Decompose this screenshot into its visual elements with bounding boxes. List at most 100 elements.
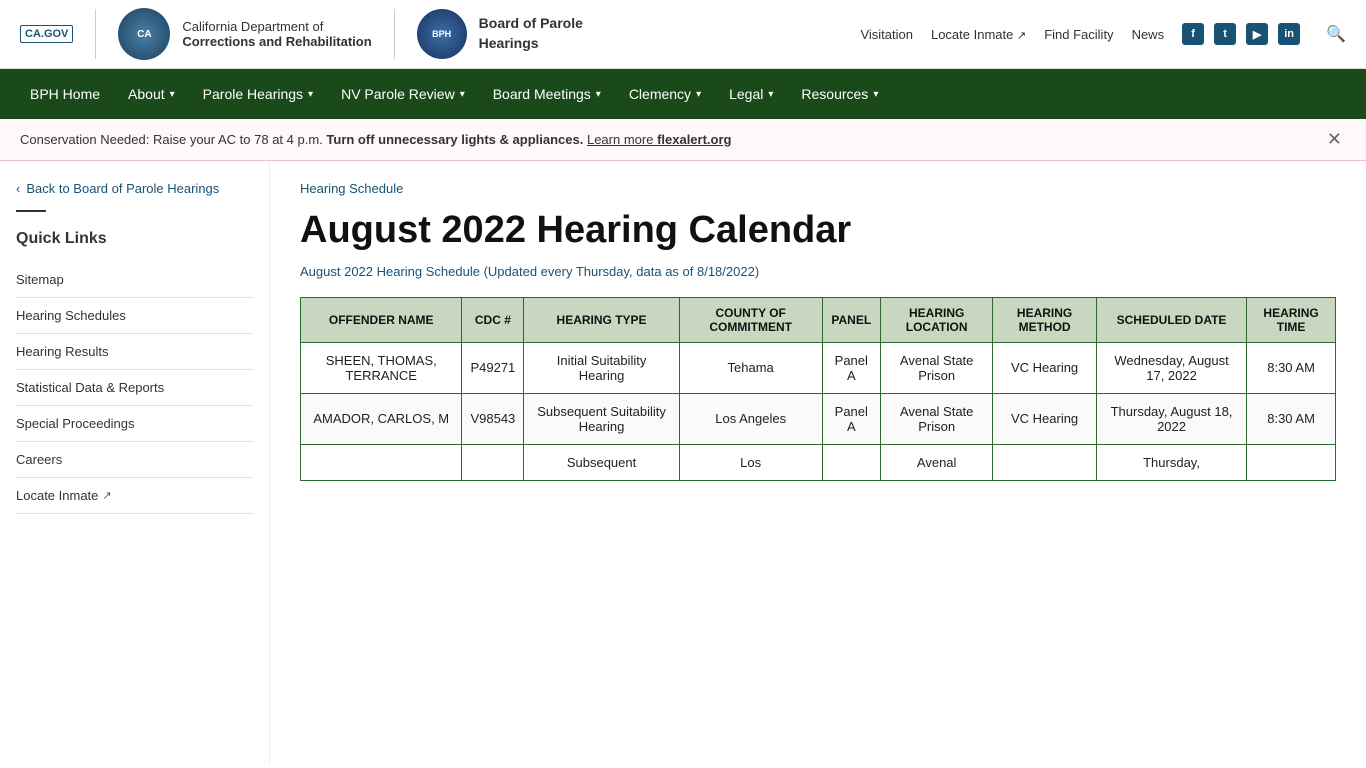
table-row: SHEEN, THOMAS, TERRANCEP49271Initial Sui…	[301, 342, 1336, 393]
nv-parole-chevron: ▾	[460, 89, 465, 100]
quick-links-title: Quick Links	[16, 230, 253, 248]
back-chevron-icon: ‹	[16, 181, 20, 196]
content-area: Hearing Schedule August 2022 Hearing Cal…	[270, 161, 1366, 764]
col-time: HEARING TIME	[1247, 297, 1336, 342]
table-cell: 8:30 AM	[1247, 393, 1336, 444]
board-meetings-chevron: ▾	[596, 89, 601, 100]
nav-nv-parole-review[interactable]: NV Parole Review ▾	[327, 69, 479, 119]
sidebar-sitemap[interactable]: Sitemap	[16, 262, 253, 298]
youtube-icon[interactable]: ▶	[1246, 23, 1268, 45]
table-cell: Subsequent Suitability Hearing	[524, 393, 680, 444]
sidebar-special-proceedings[interactable]: Special Proceedings	[16, 406, 253, 442]
main-content: ‹ Back to Board of Parole Hearings Quick…	[0, 161, 1366, 764]
top-header: CA.GOV CA California Department of Corre…	[0, 0, 1366, 69]
table-cell: 8:30 AM	[1247, 342, 1336, 393]
col-date: SCHEDULED DATE	[1096, 297, 1246, 342]
page-title: August 2022 Hearing Calendar	[300, 208, 1336, 254]
clemency-chevron: ▾	[696, 89, 701, 100]
col-panel: PANEL	[822, 297, 881, 342]
table-cell: VC Hearing	[993, 393, 1097, 444]
table-cell	[993, 444, 1097, 480]
table-cell	[822, 444, 881, 480]
table-cell: Avenal State Prison	[881, 393, 993, 444]
table-cell: Los	[679, 444, 822, 480]
social-icons: f t ▶ in	[1182, 23, 1300, 45]
table-cell: Thursday, August 18, 2022	[1096, 393, 1246, 444]
twitter-icon[interactable]: t	[1214, 23, 1236, 45]
nav-bph-home[interactable]: BPH Home	[16, 69, 114, 119]
hearing-table: OFFENDER NAME CDC # HEARING TYPE COUNTY …	[300, 297, 1336, 481]
table-cell: SHEEN, THOMAS, TERRANCE	[301, 342, 462, 393]
cdcr-logo: CA	[118, 8, 170, 60]
ca-gov-logo[interactable]: CA.GOV	[20, 25, 73, 43]
table-cell: Initial Suitability Hearing	[524, 342, 680, 393]
table-cell: Thursday,	[1096, 444, 1246, 480]
org-name: California Department of Corrections and…	[182, 19, 371, 49]
table-cell	[301, 444, 462, 480]
back-link[interactable]: ‹ Back to Board of Parole Hearings	[16, 181, 253, 196]
nav-parole-hearings[interactable]: Parole Hearings ▾	[189, 69, 327, 119]
col-county: COUNTY OF COMMITMENT	[679, 297, 822, 342]
header-left: CA.GOV CA California Department of Corre…	[20, 8, 583, 60]
search-icon[interactable]: 🔍	[1326, 24, 1346, 44]
alert-bold-text: Turn off unnecessary lights & appliances…	[326, 132, 583, 147]
main-nav: BPH Home About ▾ Parole Hearings ▾ NV Pa…	[0, 69, 1366, 119]
subtitle: August 2022 Hearing Schedule (Updated ev…	[300, 264, 1336, 279]
nav-about[interactable]: About ▾	[114, 69, 189, 119]
table-cell: Wednesday, August 17, 2022	[1096, 342, 1246, 393]
about-chevron: ▾	[170, 89, 175, 100]
table-cell: P49271	[462, 342, 524, 393]
sidebar-divider	[16, 210, 46, 212]
sidebar-hearing-schedules[interactable]: Hearing Schedules	[16, 298, 253, 334]
locate-inmate-link[interactable]: Locate Inmate ↗	[931, 27, 1026, 42]
table-cell: Avenal State Prison	[881, 342, 993, 393]
sidebar-statistical-data[interactable]: Statistical Data & Reports	[16, 370, 253, 406]
table-header-row: OFFENDER NAME CDC # HEARING TYPE COUNTY …	[301, 297, 1336, 342]
table-cell	[1247, 444, 1336, 480]
legal-chevron: ▾	[768, 89, 773, 100]
sidebar-hearing-results[interactable]: Hearing Results	[16, 334, 253, 370]
sidebar: ‹ Back to Board of Parole Hearings Quick…	[0, 161, 270, 764]
table-cell: VC Hearing	[993, 342, 1097, 393]
visitation-link[interactable]: Visitation	[860, 27, 913, 42]
nav-legal[interactable]: Legal ▾	[715, 69, 787, 119]
external-icon: ↗	[1017, 30, 1026, 42]
nav-clemency[interactable]: Clemency ▾	[615, 69, 715, 119]
col-hearing-type: HEARING TYPE	[524, 297, 680, 342]
col-offender-name: OFFENDER NAME	[301, 297, 462, 342]
back-link-text: Back to Board of Parole Hearings	[26, 181, 219, 196]
table-cell: Subsequent	[524, 444, 680, 480]
news-link[interactable]: News	[1132, 27, 1165, 42]
table-row: AMADOR, CARLOS, MV98543Subsequent Suitab…	[301, 393, 1336, 444]
sidebar-locate-inmate[interactable]: Locate Inmate ↗	[16, 478, 253, 514]
alert-normal-text: Conservation Needed: Raise your AC to 78…	[20, 132, 323, 147]
alert-banner: Conservation Needed: Raise your AC to 78…	[0, 119, 1366, 161]
resources-chevron: ▾	[873, 89, 878, 100]
col-cdc: CDC #	[462, 297, 524, 342]
alert-close-button[interactable]: ✕	[1323, 129, 1346, 150]
nav-resources[interactable]: Resources ▾	[787, 69, 892, 119]
table-cell: AMADOR, CARLOS, M	[301, 393, 462, 444]
breadcrumb: Hearing Schedule	[300, 181, 1336, 196]
header-divider-1	[95, 9, 96, 59]
table-row: SubsequentLos Avenal Thursday,	[301, 444, 1336, 480]
table-cell: Los Angeles	[679, 393, 822, 444]
find-facility-link[interactable]: Find Facility	[1044, 27, 1113, 42]
table-cell: Panel A	[822, 342, 881, 393]
table-cell: Panel A	[822, 393, 881, 444]
table-cell: Avenal	[881, 444, 993, 480]
col-location: HEARING LOCATION	[881, 297, 993, 342]
alert-link[interactable]: Learn more flexalert.org	[587, 132, 732, 147]
bph-name: Board of ParoleHearings	[479, 14, 583, 53]
col-method: HEARING METHOD	[993, 297, 1097, 342]
header-divider-2	[394, 9, 395, 59]
table-cell: Tehama	[679, 342, 822, 393]
bph-logo: BPH	[417, 9, 467, 59]
sidebar-careers[interactable]: Careers	[16, 442, 253, 478]
table-cell: V98543	[462, 393, 524, 444]
alert-text: Conservation Needed: Raise your AC to 78…	[20, 132, 731, 147]
facebook-icon[interactable]: f	[1182, 23, 1204, 45]
header-right: Visitation Locate Inmate ↗ Find Facility…	[860, 23, 1346, 45]
nav-board-meetings[interactable]: Board Meetings ▾	[479, 69, 615, 119]
instagram-icon[interactable]: in	[1278, 23, 1300, 45]
